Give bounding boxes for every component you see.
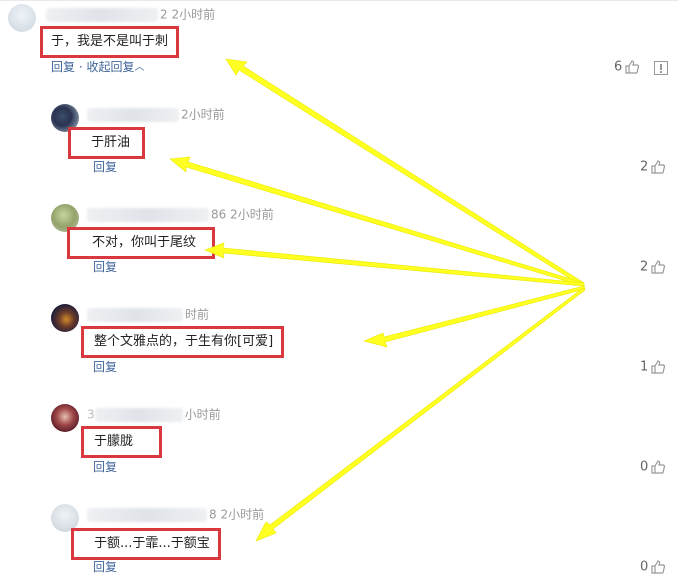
comment-time: 86 2小时前 <box>211 207 274 222</box>
avatar[interactable] <box>51 404 79 432</box>
reply-link[interactable]: 回复 <box>93 160 117 174</box>
comment-text: 于额...于霏...于额宝 <box>71 528 221 560</box>
comment-meta: 3 小时前 <box>87 406 221 422</box>
like-count: 2 <box>640 259 649 275</box>
reply-link[interactable]: 回复 <box>51 60 75 74</box>
username-blurred[interactable] <box>87 107 179 122</box>
comment-time: 2小时前 <box>181 107 225 122</box>
thumbs-up-icon <box>625 60 640 74</box>
username-blurred[interactable] <box>87 207 209 222</box>
arrow-to-comment-6 <box>255 287 586 542</box>
comment-text: 于，我是不是叫于刺 <box>40 26 180 58</box>
comment-text: 整个文雅点的，于生有你[可爱] <box>81 326 285 358</box>
thumbs-up-icon <box>651 360 666 374</box>
avatar[interactable] <box>51 304 79 332</box>
thumbs-up-icon <box>651 260 666 274</box>
like-button[interactable]: 2 <box>640 159 666 176</box>
comment-meta: 86 2小时前 <box>87 206 274 222</box>
comment-text: 于肝油 <box>68 127 146 159</box>
comment-text: 于朦胧 <box>81 426 163 458</box>
username-blurred[interactable] <box>94 407 183 422</box>
avatar[interactable] <box>8 4 36 32</box>
thumbs-up-icon <box>651 560 666 574</box>
annotation-arrows <box>169 58 586 542</box>
like-button[interactable]: 1 <box>640 359 666 376</box>
comment-actions: 回复 <box>93 559 117 575</box>
chevron-up-icon: ︿ <box>134 62 145 73</box>
arrow-to-comment-1 <box>225 58 585 287</box>
username-blurred[interactable] <box>87 507 207 522</box>
arrow-to-comment-4 <box>363 285 586 348</box>
reply-link[interactable]: 回复 <box>93 460 117 474</box>
comment-time: 2 2小时前 <box>160 7 216 22</box>
comment-time: 8 2小时前 <box>209 507 265 522</box>
reply-link[interactable]: 回复 <box>93 260 117 274</box>
reply-link[interactable]: 回复 <box>93 360 117 374</box>
like-button[interactable]: 6 <box>614 59 640 76</box>
like-count: 1 <box>640 359 649 375</box>
comment-meta: 2 2小时前 <box>46 6 215 22</box>
comment-actions: 回复 <box>93 159 117 175</box>
comment-meta: 2小时前 <box>87 106 225 122</box>
username-prefix: 3 <box>87 407 95 422</box>
username-blurred[interactable] <box>87 307 183 322</box>
comment-meta: 时前 <box>87 306 209 322</box>
like-count: 0 <box>640 559 649 575</box>
collapse-replies-link[interactable]: · 收起回复︿ <box>79 60 145 74</box>
comment-text: 不对，你叫于尾纹 <box>67 227 216 259</box>
comment-meta: 8 2小时前 <box>87 506 264 522</box>
comment-time: 时前 <box>185 307 210 322</box>
arrow-to-comment-3 <box>204 242 585 287</box>
comment-actions: 回复 <box>93 359 117 375</box>
report-icon[interactable] <box>654 61 668 75</box>
top-divider <box>0 0 678 1</box>
like-button[interactable]: 0 <box>640 559 666 576</box>
comment-actions: 回复 <box>93 459 117 475</box>
like-button[interactable]: 2 <box>640 259 666 276</box>
like-button[interactable]: 0 <box>640 459 666 476</box>
reply-link[interactable]: 回复 <box>93 560 117 574</box>
comment-time: 小时前 <box>184 407 221 422</box>
like-count: 6 <box>614 59 623 75</box>
thumbs-up-icon <box>651 160 666 174</box>
like-count: 2 <box>640 159 649 175</box>
comment-actions: 回复 <box>93 259 117 275</box>
thumbs-up-icon <box>651 460 666 474</box>
comment-actions: 回复 · 收起回复︿ <box>51 59 144 77</box>
like-count: 0 <box>640 459 649 475</box>
username-blurred[interactable] <box>46 7 158 22</box>
